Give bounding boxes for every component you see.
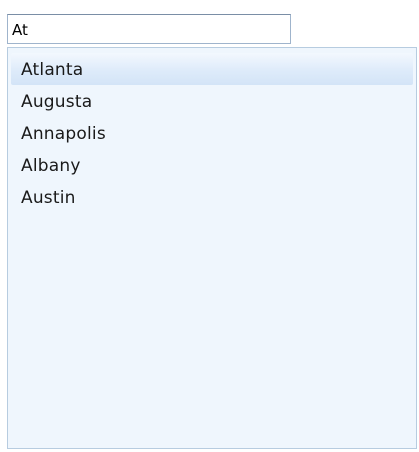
autocomplete-input[interactable] (7, 14, 291, 44)
suggestion-item-austin[interactable]: Austin (11, 181, 413, 213)
autocomplete-dropdown: Atlanta Augusta Annapolis Albany Austin (7, 47, 417, 449)
suggestion-item-albany[interactable]: Albany (11, 149, 413, 181)
suggestion-item-atlanta[interactable]: Atlanta (11, 53, 413, 85)
suggestion-item-annapolis[interactable]: Annapolis (11, 117, 413, 149)
suggestion-list: Atlanta Augusta Annapolis Albany Austin (11, 53, 413, 213)
suggestion-item-augusta[interactable]: Augusta (11, 85, 413, 117)
